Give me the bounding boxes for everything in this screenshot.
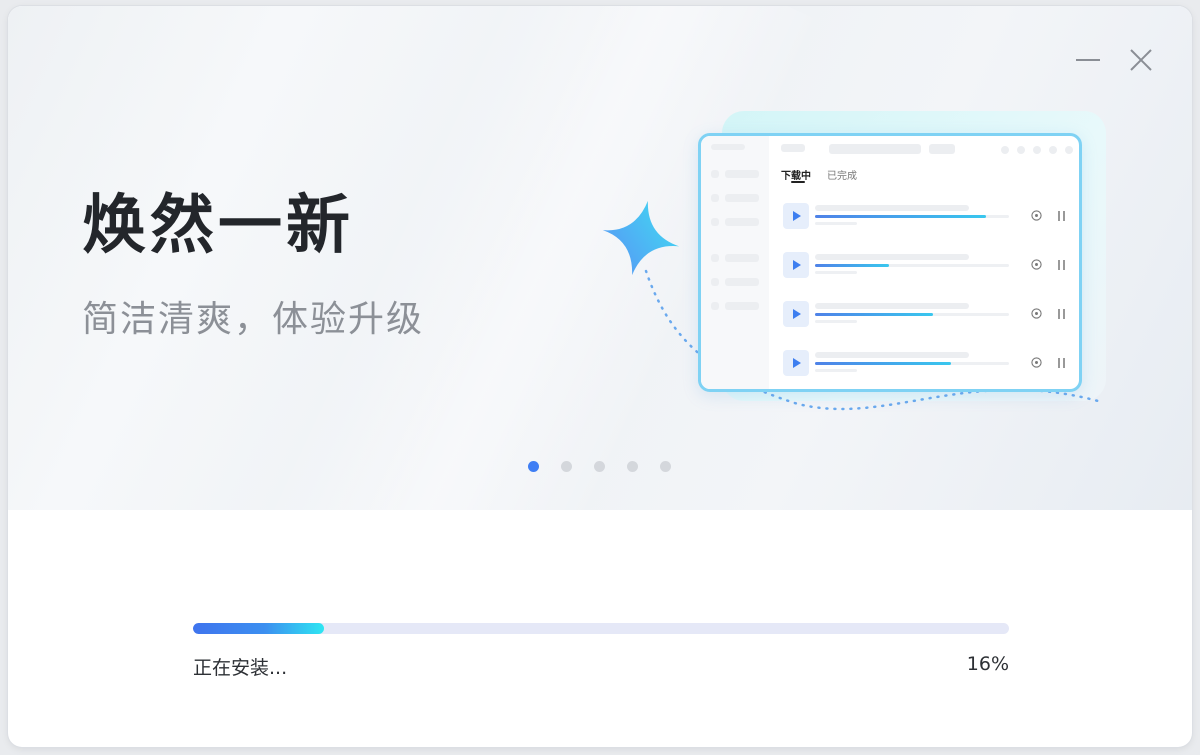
open-folder-icon xyxy=(1031,259,1042,270)
subheadline: 简洁清爽，体验升级 xyxy=(82,299,425,340)
mockup-download-row xyxy=(783,203,1073,231)
row-progress-fill xyxy=(815,215,986,218)
play-icon xyxy=(783,203,809,229)
installer-window: 焕然一新 简洁清爽，体验升级 下载中 已完成 正在安装... 16% xyxy=(8,6,1192,747)
row-progress-track xyxy=(815,362,1009,365)
minimize-icon xyxy=(1076,59,1100,61)
row-title-placeholder xyxy=(815,352,969,358)
illustration-backdrop xyxy=(722,111,1106,401)
install-status-text: 正在安装... xyxy=(193,657,288,679)
mockup-download-row xyxy=(783,301,1073,329)
row-title-placeholder xyxy=(815,205,969,211)
close-icon xyxy=(1130,49,1152,71)
play-icon xyxy=(783,350,809,376)
mockup-tab-downloading: 下载中 xyxy=(781,171,811,182)
pause-icon xyxy=(1058,358,1065,368)
pause-icon xyxy=(1058,211,1065,221)
carousel-dot[interactable] xyxy=(528,461,539,472)
mockup-tab-completed: 已完成 xyxy=(827,171,857,182)
row-progress-track xyxy=(815,313,1009,316)
close-button[interactable] xyxy=(1127,46,1155,74)
open-folder-icon xyxy=(1031,357,1042,368)
row-progress-track xyxy=(815,215,1009,218)
pause-icon xyxy=(1058,309,1065,319)
play-icon xyxy=(783,301,809,327)
row-meta-placeholder xyxy=(815,320,857,323)
carousel-dot[interactable] xyxy=(561,461,572,472)
install-progress-fill xyxy=(193,623,324,634)
mockup-download-row xyxy=(783,252,1073,280)
install-progress-bar xyxy=(193,623,1009,634)
carousel-dot[interactable] xyxy=(660,461,671,472)
row-progress-fill xyxy=(815,313,934,316)
open-folder-icon xyxy=(1031,308,1042,319)
open-folder-icon xyxy=(1031,210,1042,221)
row-title-placeholder xyxy=(815,254,969,260)
play-icon xyxy=(783,252,809,278)
download-manager-mockup: 下载中 已完成 xyxy=(698,133,1082,392)
mockup-tab-indicator xyxy=(791,181,805,183)
hero-banner: 焕然一新 简洁清爽，体验升级 下载中 已完成 xyxy=(8,6,1192,510)
row-progress-track xyxy=(815,264,1009,267)
carousel-dot[interactable] xyxy=(627,461,638,472)
carousel-pagination xyxy=(528,461,678,473)
row-progress-fill xyxy=(815,264,889,267)
headline: 焕然一新 xyxy=(82,189,354,263)
mockup-download-row xyxy=(783,350,1073,378)
carousel-dot[interactable] xyxy=(594,461,605,472)
row-progress-fill xyxy=(815,362,951,365)
row-meta-placeholder xyxy=(815,271,857,274)
minimize-button[interactable] xyxy=(1074,46,1102,74)
pause-icon xyxy=(1058,260,1065,270)
install-percent-text: 16% xyxy=(966,653,1009,675)
row-title-placeholder xyxy=(815,303,969,309)
row-meta-placeholder xyxy=(815,369,857,372)
row-meta-placeholder xyxy=(815,222,857,225)
